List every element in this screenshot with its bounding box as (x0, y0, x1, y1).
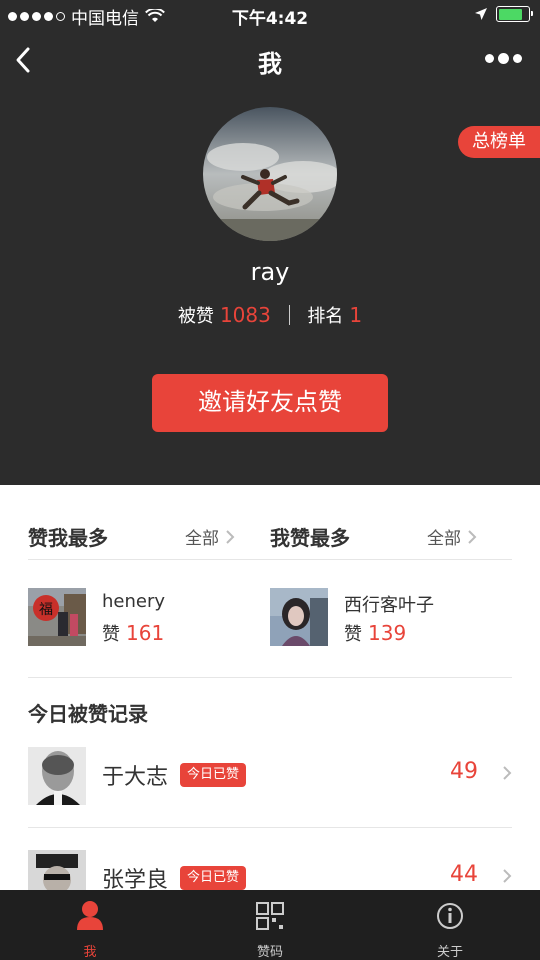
record-count: 44 (450, 862, 478, 887)
status-bar: 中国电信 下午4:42 (0, 0, 540, 30)
top-liker-likes-count: 161 (126, 621, 165, 645)
likes-count: 1083 (219, 303, 271, 327)
i-liked-most-all-label: 全部 (427, 529, 461, 549)
username: ray (250, 258, 290, 286)
qrcode-icon (256, 902, 284, 930)
top-liker-likes: 赞 161 (102, 620, 164, 646)
tab-like-code-label: 赞码 (256, 945, 283, 960)
battery-icon (496, 6, 533, 22)
chevron-right-icon (468, 529, 477, 544)
top-liked-name[interactable]: 西行客叶子 (344, 591, 434, 617)
rank-label: 排名 (307, 306, 344, 327)
section-divider (28, 677, 512, 678)
top-liker-avatar[interactable]: 福 (28, 588, 86, 646)
status-right (474, 6, 533, 22)
tab-me[interactable]: 我 (30, 890, 150, 960)
user-icon (77, 901, 103, 930)
top-liked-likes-label: 赞 (344, 624, 362, 645)
most-liked-me-all-link[interactable]: 全部 (185, 524, 235, 549)
top-liked-likes: 赞 139 (344, 620, 406, 646)
tab-like-code[interactable]: 赞码 (210, 890, 330, 960)
profile-avatar[interactable] (203, 107, 337, 241)
chevron-right-icon (503, 766, 512, 780)
tab-about[interactable]: 关于 (390, 890, 510, 960)
record-avatar[interactable] (28, 747, 86, 805)
chevron-right-icon (226, 529, 235, 544)
tab-bar: 我 赞码 关于 (0, 890, 540, 960)
liked-today-badge: 今日已赞 (180, 763, 247, 787)
rank-value: 1 (349, 303, 363, 327)
status-time: 下午4:42 (231, 9, 309, 29)
record-name: 于大志 (102, 765, 169, 790)
i-liked-most-all-link[interactable]: 全部 (427, 524, 477, 549)
profile-header: 我 总榜单 ray 被赞 1083 排名 1 邀请好友点赞 (0, 30, 540, 485)
top-liker-name[interactable]: henery (102, 591, 165, 612)
overall-ranking-tag[interactable]: 总榜单 (458, 126, 540, 158)
page-title: 我 (258, 50, 282, 78)
profile-stats: 被赞 1083 排名 1 (0, 302, 540, 328)
info-icon (437, 903, 463, 929)
more-options-icon[interactable] (485, 53, 522, 64)
record-row[interactable]: 于大志 今日已赞 49 (0, 719, 540, 821)
top-liker-likes-label: 赞 (102, 624, 120, 645)
location-arrow-icon (475, 8, 487, 20)
i-liked-most-title: 我赞最多 (270, 526, 350, 550)
top-liked-likes-count: 139 (368, 621, 407, 645)
section-divider (28, 559, 512, 560)
stats-divider (288, 305, 290, 325)
tab-about-label: 关于 (436, 945, 463, 960)
liked-today-badge: 今日已赞 (180, 866, 247, 890)
invite-friends-button[interactable]: 邀请好友点赞 (152, 374, 388, 432)
top-liked-avatar[interactable] (270, 588, 328, 646)
svg-text:福: 福 (39, 602, 53, 618)
record-count: 49 (450, 759, 478, 784)
most-liked-me-all-label: 全部 (185, 529, 219, 549)
chevron-right-icon (503, 869, 512, 883)
likes-label: 被赞 (177, 306, 214, 327)
most-liked-me-title: 赞我最多 (28, 526, 108, 550)
tab-me-label: 我 (83, 945, 97, 960)
